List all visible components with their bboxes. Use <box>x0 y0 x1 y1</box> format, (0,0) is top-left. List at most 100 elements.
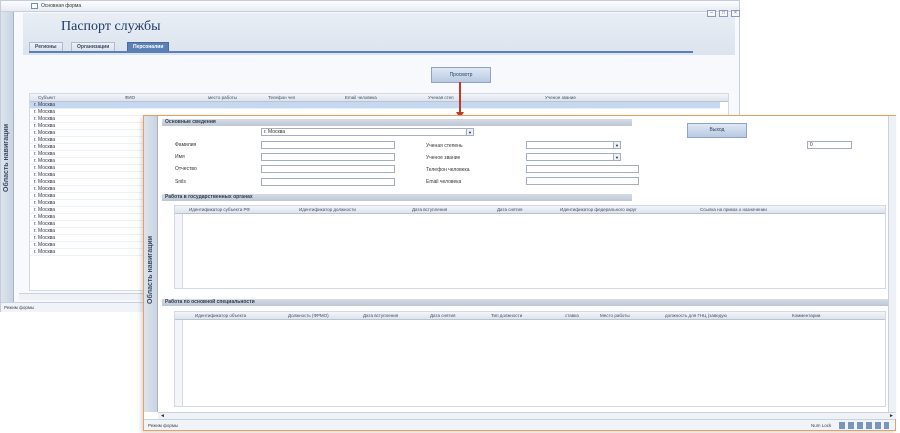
table-row[interactable]: г. Москва <box>30 123 148 130</box>
table-row[interactable]: г. Москва <box>30 242 148 249</box>
spec-grid: Идентификатор объекта Должность (ФРМО) Д… <box>174 311 886 407</box>
table-row[interactable]: г. Москва <box>30 186 148 193</box>
col-title[interactable]: Ученое звание <box>545 95 576 100</box>
back-titlebar: Основная форма <box>1 1 739 12</box>
col-subject[interactable]: Субъект <box>38 95 55 100</box>
table-row[interactable]: г. Москва <box>30 207 148 214</box>
phone-field[interactable] <box>526 165 639 173</box>
table-row[interactable]: г. Москва <box>30 158 148 165</box>
front-h-scrollbar[interactable]: ◄ ► <box>158 412 896 419</box>
spec-col-workplace[interactable]: Место работы <box>600 313 630 318</box>
subject-combo-value: г. Москва <box>264 129 286 135</box>
front-status-text: Режим формы <box>148 423 179 428</box>
front-nav-pane[interactable]: Область навигации <box>144 116 158 412</box>
tab-persons-label: Персоналии <box>133 44 164 50</box>
table-row[interactable]: г. Москва <box>30 214 148 221</box>
table-row[interactable]: г. Москва <box>30 200 148 207</box>
gov-col-end-date[interactable]: Дата снятия <box>497 207 522 212</box>
front-statusbar: Режим формы Num Lock <box>144 419 895 430</box>
spec-col-position-type[interactable]: Тип должности <box>491 313 522 318</box>
chevron-down-icon[interactable]: ▼ <box>613 142 620 148</box>
maximize-button[interactable]: □ <box>719 10 728 17</box>
chevron-down-icon[interactable]: ▼ <box>466 129 473 135</box>
table-row[interactable]: г. Москва <box>30 228 148 235</box>
view-button-label: Просмотр <box>449 72 473 78</box>
gov-col-order-link[interactable]: Ссылка на приказ о назначении <box>700 207 767 212</box>
table-row[interactable]: г. Москва <box>30 249 148 256</box>
view-button[interactable]: Просмотр <box>431 67 491 83</box>
front-window: Область навигации Основные сведения г. М… <box>143 115 896 431</box>
table-row[interactable]: г. Москва <box>30 193 148 200</box>
spec-col-comments[interactable]: Комментарии <box>792 313 820 318</box>
table-row[interactable]: г. Москва <box>30 137 148 144</box>
exit-button[interactable]: Выход <box>687 123 747 138</box>
front-nav-pane-label: Область навигации <box>147 236 154 304</box>
table-row[interactable]: г. Москва <box>30 144 148 151</box>
spec-col-gnc-position[interactable]: должность для ГНЦ (заведую <box>665 313 727 318</box>
section-main-info: Основные сведения <box>162 119 632 126</box>
gov-col-position-id[interactable]: Идентификатор должности <box>299 207 356 212</box>
gov-grid: Идентификатор субъекта РФ Идентификатор … <box>174 205 886 289</box>
back-nav-pane-label: Область навигации <box>3 124 10 192</box>
col-degree[interactable]: Ученая степ <box>428 95 454 100</box>
table-row[interactable]: г. Москва <box>30 102 720 109</box>
tab-regions[interactable]: Регионы <box>29 42 63 51</box>
col-phone[interactable]: Телефон чел <box>268 95 295 100</box>
col-workplace[interactable]: место работы <box>208 95 237 100</box>
table-row[interactable]: г. Москва <box>30 172 148 179</box>
tab-regions-label: Регионы <box>35 44 57 50</box>
form-heading: Паспорт службы <box>61 19 161 34</box>
tab-organizations[interactable]: Организации <box>71 42 116 51</box>
table-row[interactable]: г. Москва <box>30 116 148 123</box>
form-icon <box>31 3 38 9</box>
label-phone: Телефон человека <box>426 167 470 173</box>
gov-grid-header: Идентификатор субъекта РФ Идентификатор … <box>175 206 885 214</box>
back-window-title: Основная форма <box>41 3 82 9</box>
spec-col-rate[interactable]: ставка <box>565 313 579 318</box>
minimize-button[interactable]: – <box>707 10 716 17</box>
table-row[interactable]: г. Москва <box>30 130 148 137</box>
chevron-down-icon[interactable]: ▼ <box>613 154 620 160</box>
table-row[interactable]: г. Москва <box>30 109 148 116</box>
email-field[interactable] <box>526 177 639 185</box>
spec-col-object-id[interactable]: Идентификатор объекта <box>195 313 246 318</box>
surname-field[interactable] <box>261 141 395 149</box>
snils-field[interactable] <box>261 178 395 186</box>
back-form-header: Паспорт службы Регионы Организации Персо… <box>23 13 735 55</box>
gov-col-start-date[interactable]: Дата вступления <box>412 207 447 212</box>
label-patronymic: Отчество <box>175 166 197 172</box>
col-fio[interactable]: ФИО <box>125 95 135 100</box>
academic-title-combo[interactable]: ▼ <box>526 153 621 161</box>
table-row[interactable]: г. Москва <box>30 179 148 186</box>
gov-col-subject-id[interactable]: Идентификатор субъекта РФ <box>189 207 250 212</box>
col-email[interactable]: Email человека <box>345 95 377 100</box>
spec-col-end-date[interactable]: Дата снятия <box>430 313 455 318</box>
gov-grid-gutter <box>175 214 183 288</box>
back-nav-pane[interactable]: Область навигации <box>1 12 14 302</box>
tab-organizations-label: Организации <box>77 44 110 50</box>
name-field[interactable] <box>261 153 395 161</box>
close-button[interactable]: × <box>731 10 740 17</box>
front-v-scrollbar[interactable] <box>888 116 896 412</box>
label-academic-title: Ученое звание <box>426 155 461 161</box>
spec-grid-gutter <box>175 320 183 406</box>
spec-col-start-date[interactable]: Дата вступления <box>363 313 398 318</box>
counter-value: 0 <box>810 142 813 148</box>
patronymic-field[interactable] <box>261 165 395 173</box>
section-spec-work: Работа по основной специальности <box>162 299 892 306</box>
tab-underline <box>29 51 693 53</box>
exit-button-label: Выход <box>709 127 725 133</box>
gov-col-federal-district[interactable]: Идентификатор федерального округ <box>560 207 637 212</box>
table-row[interactable]: г. Москва <box>30 151 148 158</box>
view-mode-icons[interactable] <box>839 422 889 429</box>
back-status-text: Режим формы <box>4 305 35 310</box>
counter-field[interactable]: 0 <box>807 141 852 149</box>
degree-combo[interactable]: ▼ <box>526 141 621 149</box>
subject-combo[interactable]: г. Москва ▼ <box>261 128 474 136</box>
section-gov-work: Работа в государственных органах <box>162 194 632 201</box>
spec-col-position-frmo[interactable]: Должность (ФРМО) <box>288 313 329 318</box>
tab-persons[interactable]: Персоналии <box>127 42 170 51</box>
table-row[interactable]: г. Москва <box>30 235 148 242</box>
table-row[interactable]: г. Москва <box>30 221 148 228</box>
table-row[interactable]: г. Москва <box>30 165 148 172</box>
